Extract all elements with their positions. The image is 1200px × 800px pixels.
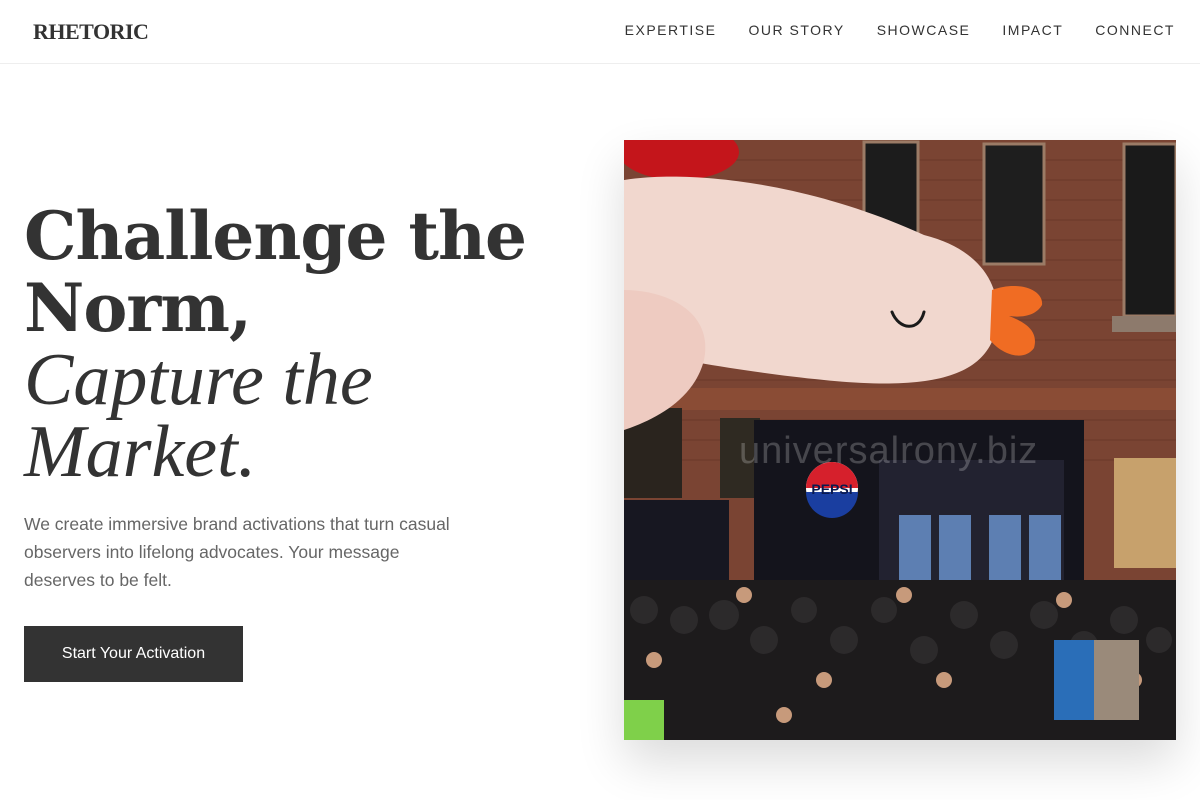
brand-logo[interactable]: RHETORIC <box>33 19 149 45</box>
headline-line-1: Challenge the <box>24 197 527 275</box>
pepsi-sign-text: PEPSI <box>811 481 852 497</box>
nav-item-connect[interactable]: CONNECT <box>1095 22 1175 38</box>
nav-item-impact[interactable]: IMPACT <box>1002 22 1063 38</box>
start-activation-button[interactable]: Start Your Activation <box>24 626 243 682</box>
headline-line-2: Norm, <box>24 269 252 347</box>
hero-subtext: We create immersive brand activations th… <box>24 514 450 590</box>
headline-line-3: Capture the <box>24 339 373 421</box>
image-watermark: universalrony.biz <box>739 430 1039 472</box>
hero-headline: Challenge the Norm, Capture the Market. <box>24 197 584 493</box>
main-nav: EXPERTISE OUR STORY SHOWCASE IMPACT CONN… <box>625 22 1175 38</box>
hero-image: PEPSI universalrony.biz <box>624 140 1176 740</box>
nav-item-our-story[interactable]: OUR STORY <box>748 22 844 38</box>
nav-item-expertise[interactable]: EXPERTISE <box>625 22 717 38</box>
nav-item-showcase[interactable]: SHOWCASE <box>877 22 971 38</box>
headline-line-4: Market. <box>24 411 257 493</box>
site-header: RHETORIC EXPERTISE OUR STORY SHOWCASE IM… <box>0 0 1200 64</box>
